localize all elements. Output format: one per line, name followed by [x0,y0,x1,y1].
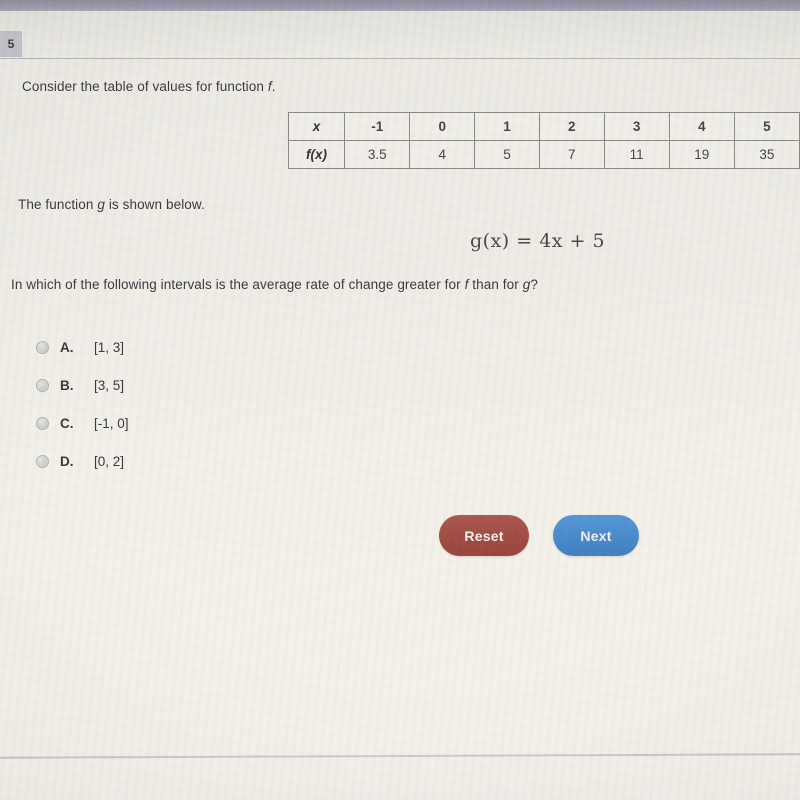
question-screen: 5 Consider the table of values for funct… [0,0,800,800]
function-g-equation: g(x) = 4x + 5 [470,230,606,252]
table-row-x: x -1 0 1 2 3 4 5 [287,112,800,141]
table-cell-fx-0: 3.5 [344,140,411,169]
bottom-divider [0,753,800,759]
answer-options: A. [1, 3] B. [3, 5] C. [-1, 0] D. [0, 2] [36,328,296,480]
prompt-table-intro-text: Consider the table of values for functio… [22,79,268,94]
window-top-bar [0,0,800,11]
table-cell-x-6: 5 [733,112,800,141]
table-row-label-x: x [287,112,346,141]
prompt-function-g: g [97,197,105,212]
radio-button-icon-a[interactable] [36,340,49,354]
option-letter-a: A. [60,339,74,355]
question-text: In which of the following intervals is t… [11,277,538,292]
option-letter-c: C. [60,415,74,431]
prompt-function-g-intro: The function g is shown below. [18,197,205,212]
table-cell-x-3: 2 [538,112,605,141]
question-number-tab[interactable]: 5 [0,31,22,57]
option-text-b: [3, 5] [94,377,125,393]
table-cell-x-0: -1 [344,112,411,141]
table-cell-fx-1: 4 [409,140,476,169]
prompt-table-intro: Consider the table of values for functio… [22,79,276,94]
option-text-c: [-1, 0] [94,415,129,431]
table-row-label-fx: f(x) [287,140,346,169]
question-number-label: 5 [7,37,15,51]
option-row-d[interactable]: D. [0, 2] [36,442,296,480]
table-cell-fx-6: 35 [733,140,800,169]
radio-button-icon-c[interactable] [36,416,49,430]
prompt-function-g-prefix: The function [18,197,98,212]
table-cell-x-1: 0 [409,112,476,141]
table-cell-fx-3: 7 [538,140,605,169]
option-row-a[interactable]: A. [1, 3] [36,328,296,366]
option-row-c[interactable]: C. [-1, 0] [36,404,296,442]
option-letter-b: B. [60,377,74,393]
question-text-part-2: than for [468,277,523,292]
table-cell-x-5: 4 [668,112,735,141]
function-values-table: x -1 0 1 2 3 4 5 f(x) 3.5 4 5 7 11 19 35 [287,112,800,169]
reset-button[interactable]: Reset [439,515,529,556]
option-text-a: [1, 3] [94,339,125,355]
table-cell-x-4: 3 [603,112,670,141]
table-row-fx: f(x) 3.5 4 5 7 11 19 35 [287,140,800,169]
option-text-d: [0, 2] [94,453,125,469]
header-divider [0,58,800,59]
table-cell-fx-2: 5 [474,140,540,169]
radio-button-icon-d[interactable] [36,454,49,468]
prompt-function-g-suffix: is shown below. [104,197,205,212]
table-cell-x-2: 1 [474,112,540,141]
question-text-part-1: In which of the following intervals is t… [11,277,465,292]
question-text-part-3: ? [530,277,538,292]
radio-button-icon-b[interactable] [36,378,49,392]
option-letter-d: D. [60,453,74,469]
header-strip [0,11,800,58]
table-cell-fx-5: 19 [668,140,735,169]
next-button[interactable]: Next [553,515,639,556]
prompt-table-intro-period: . [271,79,276,94]
option-row-b[interactable]: B. [3, 5] [36,366,296,404]
table-cell-fx-4: 11 [603,140,670,169]
